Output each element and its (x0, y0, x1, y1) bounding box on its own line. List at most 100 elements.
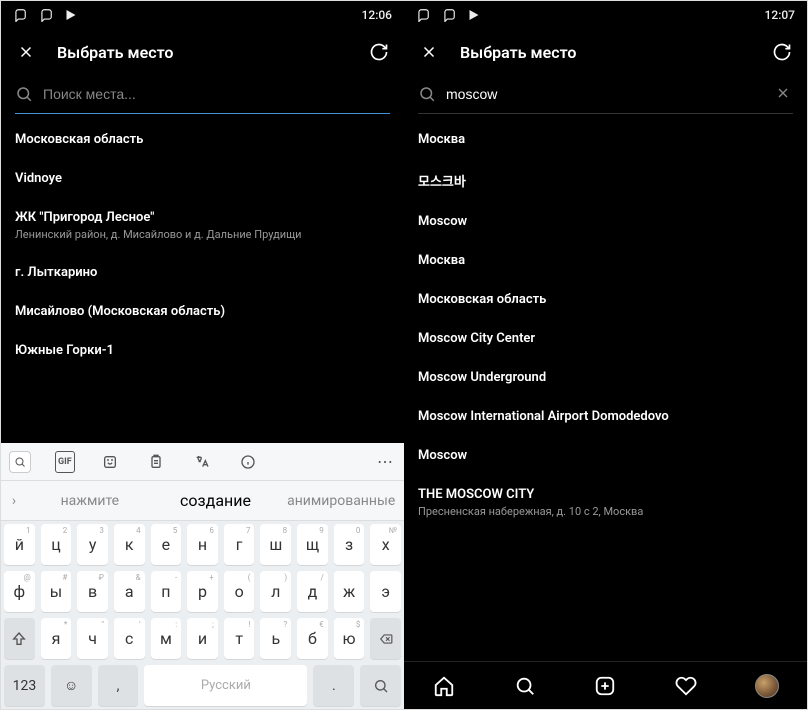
result-title: Moscow International Airport Domodedovo (418, 409, 793, 424)
header-title: Выбрать место (460, 43, 771, 62)
result-item[interactable]: THE MOSCOW CITYПресненская набережная, д… (418, 475, 793, 530)
result-item[interactable]: Мисайлово (Московская область) (15, 292, 390, 331)
kb-sticker-icon[interactable] (99, 451, 121, 473)
result-item[interactable]: ЖК "Пригород Лесное"Ленинский район, д. … (15, 198, 390, 253)
kb-key[interactable]: з0 (334, 524, 365, 565)
kb-emoji-key[interactable]: ☺ (51, 665, 92, 706)
search-input[interactable] (446, 86, 765, 102)
result-item[interactable]: 모스크바 (418, 159, 793, 202)
result-item[interactable]: Московская область (15, 120, 390, 159)
kb-key[interactable]: р+ (187, 571, 218, 612)
status-bar: 12:07 (404, 1, 807, 29)
kb-search-key[interactable] (360, 665, 401, 706)
kb-key[interactable]: л) (260, 571, 291, 612)
result-item[interactable]: г. Лыткарино (15, 253, 390, 292)
kb-key[interactable]: о( (224, 571, 255, 612)
kb-key[interactable]: м: (151, 618, 182, 659)
kb-search-icon[interactable] (9, 451, 31, 473)
search-input[interactable] (43, 86, 390, 102)
result-item[interactable]: Moscow City Center (418, 319, 793, 358)
kb-key[interactable]: и; (187, 618, 218, 659)
kb-info-icon[interactable] (237, 451, 259, 473)
kb-key[interactable]: щ9 (297, 524, 328, 565)
keyboard-rows: й1ц2у3к4е5н6г7ш8щ9з0х№ ф@ы#в₽а&п-р+о(л)д… (1, 521, 404, 709)
result-item[interactable]: Vidnoye (15, 159, 390, 198)
kb-key[interactable]: ф@ (4, 571, 35, 612)
result-title: ЖК "Пригород Лесное" (15, 210, 390, 225)
kb-backspace-key[interactable] (370, 618, 401, 659)
result-item[interactable]: Московская область (418, 280, 793, 319)
kb-key[interactable]: ж (334, 571, 365, 612)
kb-suggestion[interactable]: анимированные (278, 493, 404, 509)
header: Выбрать место (1, 29, 404, 75)
kb-space-key[interactable]: Русский (144, 665, 307, 706)
close-button[interactable] (418, 41, 440, 63)
kb-key[interactable]: э (370, 571, 401, 612)
close-button[interactable] (15, 41, 37, 63)
kb-key[interactable]: т! (224, 618, 255, 659)
search-icon (15, 85, 33, 103)
header: Выбрать место (404, 29, 807, 75)
result-title: Moscow City Center (418, 331, 793, 346)
kb-numbers-key[interactable]: 123 (4, 665, 45, 706)
kb-translate-icon[interactable] (191, 451, 213, 473)
kb-key[interactable]: у3 (77, 524, 108, 565)
refresh-button[interactable] (368, 41, 390, 63)
kb-key[interactable]: ч" (77, 618, 108, 659)
kb-more-icon[interactable]: ⋯ (374, 451, 396, 473)
result-title: Мисайлово (Московская область) (15, 304, 390, 319)
nav-profile-avatar[interactable] (754, 673, 780, 699)
kb-key[interactable]: ю$ (334, 618, 365, 659)
kb-key[interactable]: а& (114, 571, 145, 612)
kb-key[interactable]: й1 (4, 524, 35, 565)
kb-sugg-expand[interactable]: › (1, 493, 27, 509)
kb-key[interactable]: г7 (224, 524, 255, 565)
nav-add-icon[interactable] (592, 673, 618, 699)
kb-key[interactable]: к4 (114, 524, 145, 565)
kb-suggestion[interactable]: нажмите (27, 493, 153, 509)
kb-key[interactable]: я* (41, 618, 72, 659)
clear-icon[interactable] (775, 85, 793, 103)
result-item[interactable]: Южные Горки-1 (15, 331, 390, 370)
search-row (418, 81, 793, 114)
play-store-icon (468, 9, 480, 21)
result-item[interactable]: Moscow (418, 436, 793, 475)
kb-key[interactable]: ц2 (41, 524, 72, 565)
refresh-button[interactable] (771, 41, 793, 63)
kb-key[interactable]: х№ (370, 524, 401, 565)
bottom-nav (404, 661, 807, 709)
result-title: Moscow Underground (418, 370, 793, 385)
kb-comma-key[interactable]: , (98, 665, 139, 706)
search-row (15, 81, 390, 114)
kb-key[interactable]: н6 (187, 524, 218, 565)
result-item[interactable]: Moscow (418, 202, 793, 241)
kb-clipboard-icon[interactable] (145, 451, 167, 473)
kb-key[interactable]: б€ (297, 618, 328, 659)
result-item[interactable]: Moscow International Airport Domodedovo (418, 397, 793, 436)
kb-key[interactable]: е5 (151, 524, 182, 565)
search-icon (418, 85, 436, 103)
nav-home-icon[interactable] (431, 673, 457, 699)
kb-shift-key[interactable] (4, 618, 35, 659)
kb-key[interactable]: д/ (297, 571, 328, 612)
kb-key[interactable]: в₽ (77, 571, 108, 612)
status-time: 12:06 (362, 8, 392, 22)
viber-icon (416, 8, 430, 22)
kb-key[interactable]: ш8 (260, 524, 291, 565)
left-panel: 12:06 Выбрать место Московская областьVi… (1, 1, 404, 709)
kb-key[interactable]: п- (151, 571, 182, 612)
kb-period-key[interactable]: . (313, 665, 354, 706)
kb-gif-icon[interactable]: GIF (55, 451, 75, 473)
play-store-icon (65, 9, 77, 21)
kb-key[interactable]: с' (114, 618, 145, 659)
nav-activity-icon[interactable] (673, 673, 699, 699)
results-list: Московская областьVidnoyeЖК "Пригород Ле… (1, 114, 404, 443)
result-item[interactable]: Moscow Underground (418, 358, 793, 397)
result-item[interactable]: Москва (418, 241, 793, 280)
kb-suggestion-main[interactable]: создание (153, 491, 279, 510)
nav-search-icon[interactable] (512, 673, 538, 699)
kb-key[interactable]: ь? (260, 618, 291, 659)
result-item[interactable]: Москва (418, 120, 793, 159)
status-bar: 12:06 (1, 1, 404, 29)
kb-key[interactable]: ы# (41, 571, 72, 612)
